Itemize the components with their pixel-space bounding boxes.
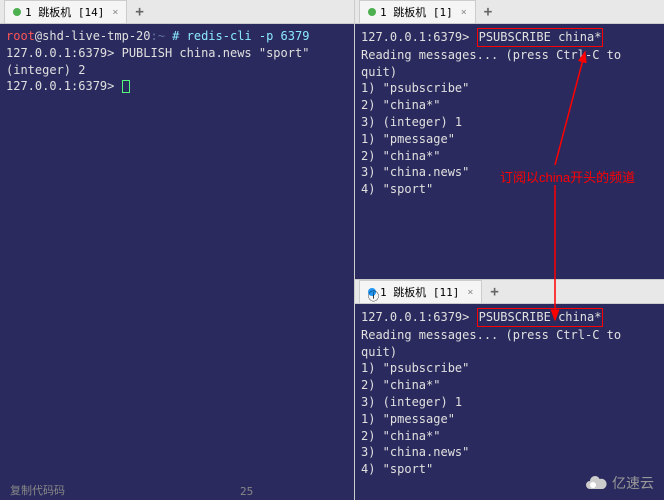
left-pane: 1 跳板机 [14] × + root@shd-live-tmp-20:~ # …: [0, 0, 355, 500]
terminal-line: 2) "china*": [361, 377, 658, 394]
right-top-section: 1 跳板机 [1] × + 127.0.0.1:6379> PSUBSCRIBE…: [355, 0, 664, 280]
right-top-terminal[interactable]: 127.0.0.1:6379> PSUBSCRIBE china*Reading…: [355, 24, 664, 279]
right-top-tab-bar: 1 跳板机 [1] × +: [355, 0, 664, 24]
terminal-line: 2) "china*": [361, 428, 658, 445]
terminal-line: 127.0.0.1:6379>: [6, 78, 348, 95]
right-bottom-tab[interactable]: ⓘ 1 跳板机 [11] ×: [359, 280, 482, 303]
left-tab[interactable]: 1 跳板机 [14] ×: [4, 0, 127, 23]
terminal-line: 127.0.0.1:6379> PSUBSCRIBE china*: [361, 28, 658, 47]
right-bottom-section: ⓘ 1 跳板机 [11] × + 127.0.0.1:6379> PSUBSCR…: [355, 280, 664, 500]
terminal-status-icon: [13, 8, 21, 16]
terminal-status-icon: [368, 8, 376, 16]
terminal-line: 3) (integer) 1: [361, 114, 658, 131]
terminal-line: 3) "china.news": [361, 444, 658, 461]
terminal-line: 4) "sport": [361, 181, 658, 198]
terminal-line: 127.0.0.1:6379> PSUBSCRIBE china*: [361, 308, 658, 327]
terminal-line: 1) "pmessage": [361, 131, 658, 148]
close-icon[interactable]: ×: [461, 7, 467, 18]
right-top-tab[interactable]: 1 跳板机 [1] ×: [359, 0, 476, 23]
add-tab-button[interactable]: +: [478, 2, 498, 22]
right-pane: 1 跳板机 [1] × + 127.0.0.1:6379> PSUBSCRIBE…: [355, 0, 664, 500]
add-tab-button[interactable]: +: [129, 2, 149, 22]
terminal-line: root@shd-live-tmp-20:~ # redis-cli -p 63…: [6, 28, 348, 45]
close-icon[interactable]: ×: [467, 287, 473, 298]
terminal-line: 3) (integer) 1: [361, 394, 658, 411]
close-icon[interactable]: ×: [112, 7, 118, 18]
terminal-line: 2) "china*": [361, 97, 658, 114]
terminal-line: (integer) 2: [6, 62, 348, 79]
tab-label: 1 跳板机 [11]: [380, 284, 459, 300]
terminal-line: 1) "psubscribe": [361, 80, 658, 97]
terminal-line: 1) "psubscribe": [361, 360, 658, 377]
terminal-line: 3) "china.news": [361, 164, 658, 181]
terminal-line: Reading messages... (press Ctrl-C to qui…: [361, 47, 658, 81]
tab-label: 1 跳板机 [14]: [25, 4, 104, 20]
highlighted-command: PSUBSCRIBE china*: [477, 28, 604, 47]
terminal-line: 127.0.0.1:6379> PUBLISH china.news "spor…: [6, 45, 348, 62]
cursor: [122, 80, 130, 93]
highlighted-command: PSUBSCRIBE china*: [477, 308, 604, 327]
right-bottom-terminal[interactable]: 127.0.0.1:6379> PSUBSCRIBE china*Reading…: [355, 304, 664, 500]
terminal-line: 2) "china*": [361, 148, 658, 165]
add-tab-button[interactable]: +: [484, 282, 504, 302]
terminal-line: 1) "pmessage": [361, 411, 658, 428]
right-bottom-tab-bar: ⓘ 1 跳板机 [11] × +: [355, 280, 664, 304]
tab-label: 1 跳板机 [1]: [380, 4, 453, 20]
terminal-line: Reading messages... (press Ctrl-C to qui…: [361, 327, 658, 361]
left-tab-bar: 1 跳板机 [14] × +: [0, 0, 354, 24]
left-terminal[interactable]: root@shd-live-tmp-20:~ # redis-cli -p 63…: [0, 24, 354, 500]
terminal-line: 4) "sport": [361, 461, 658, 478]
terminal-info-icon: ⓘ: [368, 288, 376, 296]
